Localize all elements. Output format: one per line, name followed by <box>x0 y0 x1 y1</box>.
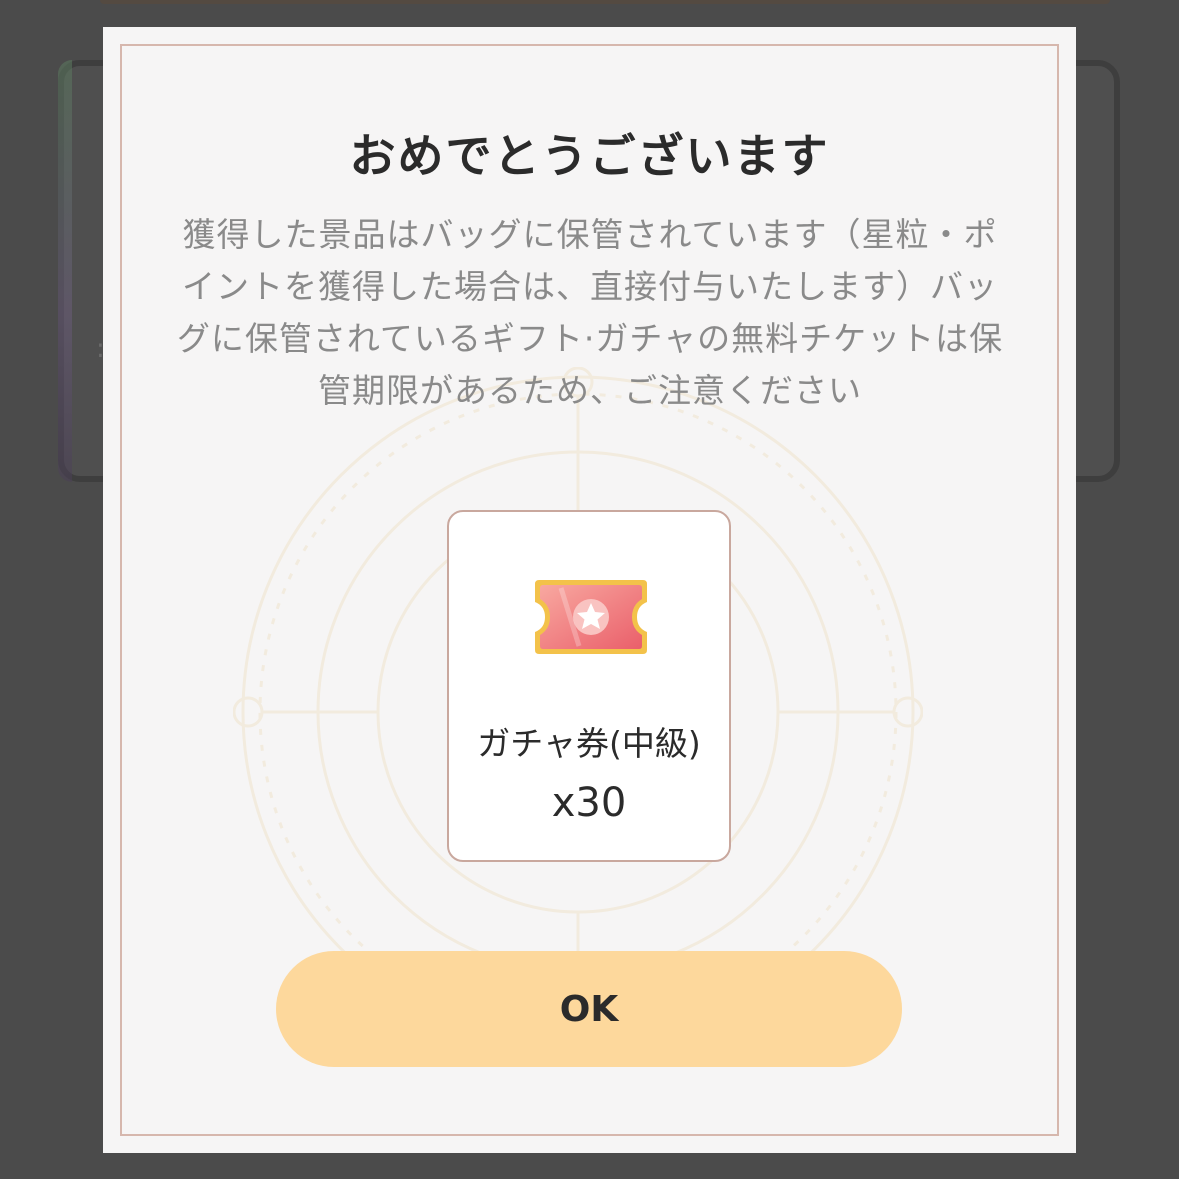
reward-quantity: x30 <box>551 780 627 826</box>
ok-button-label: OK <box>559 988 619 1030</box>
reward-name: ガチャ券(中級) <box>477 724 701 763</box>
reward-dialog: おめでとうございます 獲得した景品はバッグに保管されています（星粒・ポイントを獲… <box>103 27 1076 1153</box>
screen: : おめでとうございます 獲得した景品はバッグに保管されています（星粒・ポイント… <box>0 0 1179 1179</box>
dialog-title: おめでとうございます <box>349 129 830 183</box>
reward-card: ガチャ券(中級) x30 <box>447 510 731 862</box>
gacha-ticket-icon <box>535 580 647 654</box>
ok-button[interactable]: OK <box>276 951 902 1067</box>
background-top-bar <box>100 0 1110 4</box>
dialog-message: 獲得した景品はバッグに保管されています（星粒・ポイントを獲得した場合は、直接付与… <box>176 215 1004 410</box>
